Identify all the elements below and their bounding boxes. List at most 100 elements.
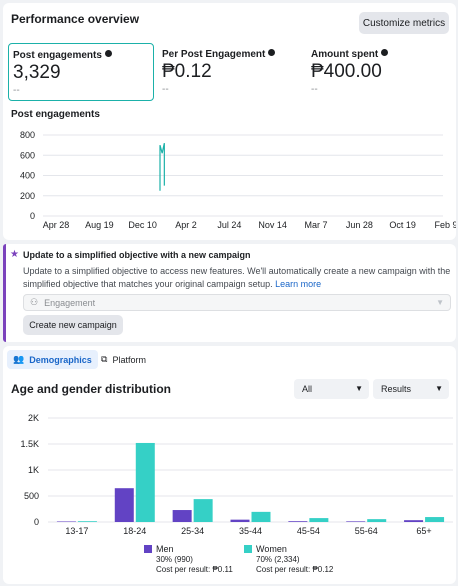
age-gender-bar-chart: 2K 1.5K 1K 500 0 13-17 18-24 25-34 35-44 45-54 55-… — [20, 413, 453, 536]
metric-value: ₱0.12 — [162, 61, 212, 82]
bar-men-45-54 — [288, 521, 308, 522]
bar-women-55-64 — [367, 519, 387, 522]
objective-select: ⚇ Engagement ▼ — [23, 294, 451, 311]
caret-down-icon: ▼ — [435, 384, 443, 393]
performance-title: Performance overview — [11, 12, 140, 26]
y-tick-label: 800 — [20, 130, 35, 140]
performance-overview-card: Performance overview Customize metrics P… — [3, 3, 456, 240]
x-tick-label: Jul 24 — [217, 220, 241, 230]
bar-women-35-44 — [251, 511, 271, 522]
info-icon[interactable] — [104, 50, 112, 57]
metric-label: Post engagements — [13, 50, 112, 61]
chevron-down-icon: ▼ — [436, 298, 444, 307]
post-engagements-line-chart: 800 600 400 200 0 Apr 28 Aug 19 Dec 10 Apr 2 Jul … — [20, 130, 456, 230]
x-tick-label: 45-54 — [297, 526, 320, 536]
bar-men-55-64 — [346, 521, 366, 522]
demographics-card: 👥 Demographics ⧉ Platform Age and gender… — [3, 346, 456, 584]
create-new-campaign-button[interactable]: Create new campaign — [23, 315, 123, 335]
metric-label-text: Post engagements — [13, 50, 102, 61]
y-tick-label: 0 — [34, 517, 39, 527]
platform-icon: ⧉ — [101, 354, 108, 364]
learn-more-link[interactable]: Learn more — [275, 279, 321, 289]
legend-name: Women — [256, 544, 287, 554]
legend-swatch-men — [144, 545, 152, 553]
notice-title: Update to a simplified objective with a … — [23, 250, 251, 260]
notice-body: Update to a simplified objective to acce… — [23, 265, 451, 291]
x-tick-label: Dec 10 — [128, 220, 157, 230]
bar-women-13-17 — [77, 521, 97, 522]
metric-delta: -- — [311, 84, 318, 95]
x-tick-label: 35-44 — [239, 526, 262, 536]
x-tick-label: Feb 9 — [434, 220, 456, 230]
x-tick-label: Nov 14 — [258, 220, 287, 230]
people-icon: ⚇ — [30, 297, 39, 307]
legend-name: Men — [156, 544, 174, 554]
objective-select-value: Engagement — [44, 297, 96, 308]
metric-filter-dropdown[interactable]: Results ▼ — [373, 379, 449, 399]
x-tick-label: Aug 19 — [85, 220, 114, 230]
y-tick-label: 200 — [20, 191, 35, 201]
tab-demographics[interactable]: 👥 Demographics — [7, 350, 98, 369]
metric-value: ₱400.00 — [311, 61, 382, 82]
star-icon: ★ — [10, 249, 19, 260]
bar-men-65+ — [404, 520, 424, 522]
info-icon[interactable] — [268, 49, 276, 56]
tab-demographics-label: Demographics — [29, 354, 92, 365]
bar-women-25-34 — [193, 499, 213, 522]
x-tick-label: 55-64 — [355, 526, 378, 536]
y-tick-label: 1.5K — [20, 439, 39, 449]
audience-filter-dropdown[interactable]: All ▼ — [294, 379, 369, 399]
tab-platform[interactable]: ⧉ Platform — [95, 350, 152, 369]
bar-women-18-24 — [135, 442, 155, 522]
engagement-series-line — [159, 142, 165, 191]
simplified-objective-notice: ★ Update to a simplified objective with … — [3, 244, 456, 342]
y-tick-label: 400 — [20, 171, 35, 181]
x-tick-label: 65+ — [416, 526, 431, 536]
y-tick-label: 500 — [24, 491, 39, 501]
metric-per-post-engagement[interactable]: Per Post Engagement ₱0.12 -- — [158, 43, 303, 101]
metric-filter-value: Results — [381, 384, 412, 394]
notice-body-text: Update to a simplified objective to acce… — [23, 266, 451, 289]
x-tick-label: Jun 28 — [346, 220, 373, 230]
legend-swatch-women — [244, 545, 252, 553]
bar-women-65+ — [425, 517, 445, 522]
metric-delta: -- — [162, 84, 169, 95]
legend-cost: Cost per result: ₱0.12 — [256, 565, 334, 574]
metric-label-text: Amount spent — [311, 49, 379, 60]
metric-label-text: Per Post Engagement — [162, 49, 266, 60]
metric-value: 3,329 — [13, 62, 61, 83]
metric-post-engagements[interactable]: Post engagements 3,329 -- — [8, 43, 154, 101]
info-icon[interactable] — [381, 49, 389, 56]
bar-men-25-34 — [172, 510, 192, 522]
bar-men-18-24 — [114, 488, 134, 522]
legend-cost: Cost per result: ₱0.11 — [156, 565, 233, 574]
x-tick-label: Oct 19 — [389, 220, 416, 230]
bar-men-35-44 — [230, 519, 250, 522]
y-tick-label: 2K — [28, 413, 39, 423]
x-tick-label: 25-34 — [181, 526, 204, 536]
metric-delta: -- — [13, 85, 20, 96]
bar-men-13-17 — [56, 521, 76, 522]
customize-metrics-button[interactable]: Customize metrics — [359, 12, 449, 34]
tab-platform-label: Platform — [112, 354, 146, 365]
metric-amount-spent[interactable]: Amount spent ₱400.00 -- — [307, 43, 452, 101]
notice-accent-bar — [3, 244, 6, 342]
legend-share: 30% (990) — [156, 555, 193, 564]
x-tick-label: 13-17 — [65, 526, 88, 536]
x-tick-label: Apr 2 — [175, 220, 197, 230]
metric-label: Per Post Engagement — [162, 49, 276, 60]
x-tick-label: Apr 28 — [43, 220, 70, 230]
y-tick-label: 0 — [30, 211, 35, 221]
y-tick-label: 1K — [28, 465, 39, 475]
caret-down-icon: ▼ — [355, 384, 363, 393]
audience-filter-value: All — [302, 384, 313, 394]
metric-label: Amount spent — [311, 49, 389, 60]
age-gender-title: Age and gender distribution — [11, 382, 172, 396]
x-tick-label: Mar 7 — [304, 220, 327, 230]
legend-share: 70% (2,334) — [256, 555, 300, 564]
people-icon: 👥 — [13, 354, 25, 364]
bar-women-45-54 — [309, 518, 329, 522]
y-tick-label: 600 — [20, 150, 35, 160]
post-engagements-chart-title: Post engagements — [11, 109, 100, 120]
x-tick-label: 18-24 — [123, 526, 146, 536]
